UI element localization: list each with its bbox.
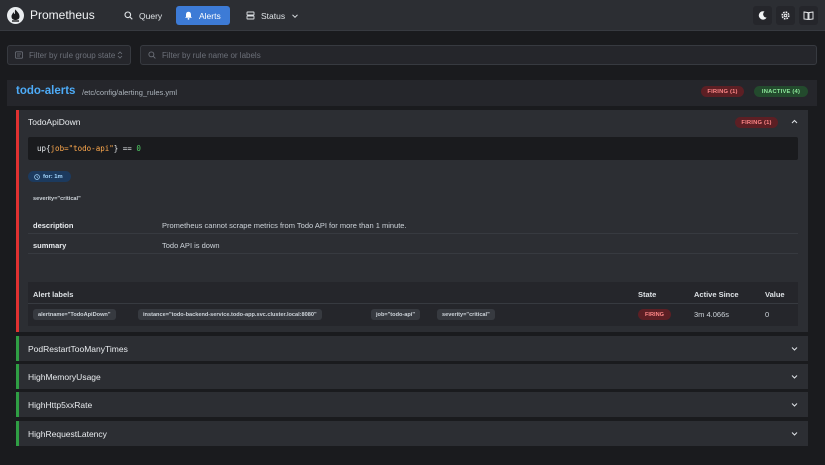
rule-name[interactable]: HighHttp5xxRate: [28, 400, 92, 410]
rule-panel-highhttp5xxrate[interactable]: [16, 392, 808, 417]
chevron-up-icon[interactable]: [790, 117, 799, 126]
alert-label-chip: instance="todo-backend-service.todo-app.…: [138, 309, 322, 320]
filter-list-icon: [15, 51, 23, 59]
nav-alerts-label: Alerts: [199, 10, 221, 21]
annotation-value: Prometheus cannot scrape metrics from To…: [162, 221, 407, 230]
group-inactive-badge: INACTIVE (4): [754, 86, 808, 97]
expr-value: 0: [136, 144, 141, 153]
annotation-row-summary: [28, 235, 798, 254]
rule-name[interactable]: PodRestartTooManyTimes: [28, 344, 128, 354]
search-icon: [148, 51, 156, 59]
nav-status-label: Status: [261, 10, 286, 21]
search-icon: [124, 11, 133, 20]
annotation-value: Todo API is down: [162, 241, 220, 250]
nav-status[interactable]: Status: [238, 6, 307, 25]
rule-name[interactable]: HighMemoryUsage: [28, 372, 101, 382]
rule-search-placeholder: Filter by rule name or labels: [162, 50, 261, 60]
for-duration-text: for: 1m: [43, 173, 63, 180]
alert-active-since: 3m 4.066s: [694, 310, 730, 319]
moon-icon: [758, 11, 767, 20]
docs-button[interactable]: [799, 6, 818, 25]
nav-query[interactable]: Query: [116, 6, 170, 25]
clock-icon: [34, 173, 40, 180]
rule-group-name[interactable]: todo-alerts: [16, 85, 75, 97]
rule-group-state-filter[interactable]: Filter by rule group state: [7, 45, 131, 65]
expr-metric: up: [37, 144, 47, 153]
chevron-up-down-icon: [117, 51, 123, 59]
alert-label-chip: job="todo-api": [371, 309, 421, 320]
column-header-state: State: [638, 290, 657, 299]
rule-panel-highrequestlatency[interactable]: [16, 421, 808, 446]
theme-toggle-button[interactable]: [753, 6, 772, 25]
annotation-row-description: [28, 215, 798, 234]
group-firing-badge: FIRING (1): [701, 86, 744, 97]
gear-icon: [781, 11, 790, 20]
rule-panel-podrestarttoomanytimes[interactable]: [16, 336, 808, 361]
rule-name[interactable]: HighRequestLatency: [28, 429, 107, 439]
annotation-key: summary: [33, 241, 67, 250]
chevron-down-icon[interactable]: [790, 400, 799, 409]
rule-name[interactable]: TodoApiDown: [28, 117, 80, 127]
column-header-active-since: Active Since: [694, 290, 739, 299]
chevron-down-icon: [292, 13, 298, 18]
rule-group-state-placeholder: Filter by rule group state: [29, 50, 116, 60]
expr-label-matcher: job="todo-api": [50, 144, 114, 153]
prometheus-flame-icon[interactable]: [7, 7, 24, 24]
rule-group-file: /etc/config/alerting_rules.yml: [82, 88, 178, 97]
table-divider: [28, 303, 798, 304]
server-icon: [246, 11, 255, 20]
rule-panel-highmemoryusage[interactable]: [16, 364, 808, 389]
rule-severity-label: severity="critical": [28, 193, 86, 204]
bell-icon: [185, 11, 192, 20]
alert-value: 0: [765, 310, 770, 319]
rule-search-input[interactable]: Filter by rule name or labels: [140, 45, 817, 65]
book-icon: [803, 11, 814, 21]
chevron-down-icon[interactable]: [790, 344, 799, 353]
alert-state-badge: FIRING: [638, 309, 671, 320]
settings-button[interactable]: [776, 6, 795, 25]
chevron-down-icon[interactable]: [790, 429, 799, 438]
chevron-down-icon[interactable]: [790, 372, 799, 381]
app-title[interactable]: Prometheus: [30, 8, 95, 22]
rule-expression: up{job="todo-api"} == 0: [28, 137, 798, 160]
alert-label-chip: severity="critical": [437, 309, 495, 320]
expr-operator: ==: [118, 144, 137, 153]
rule-state-badge: FIRING (1): [735, 117, 778, 128]
alert-label-chip: alertname="TodoApiDown": [33, 309, 116, 320]
column-header-value: Value: [765, 290, 785, 299]
column-header-labels: Alert labels: [33, 290, 74, 299]
annotation-key: description: [33, 221, 74, 230]
nav-alerts[interactable]: Alerts: [176, 6, 230, 25]
for-duration-badge: for: 1m: [28, 171, 71, 182]
nav-query-label: Query: [139, 10, 163, 21]
